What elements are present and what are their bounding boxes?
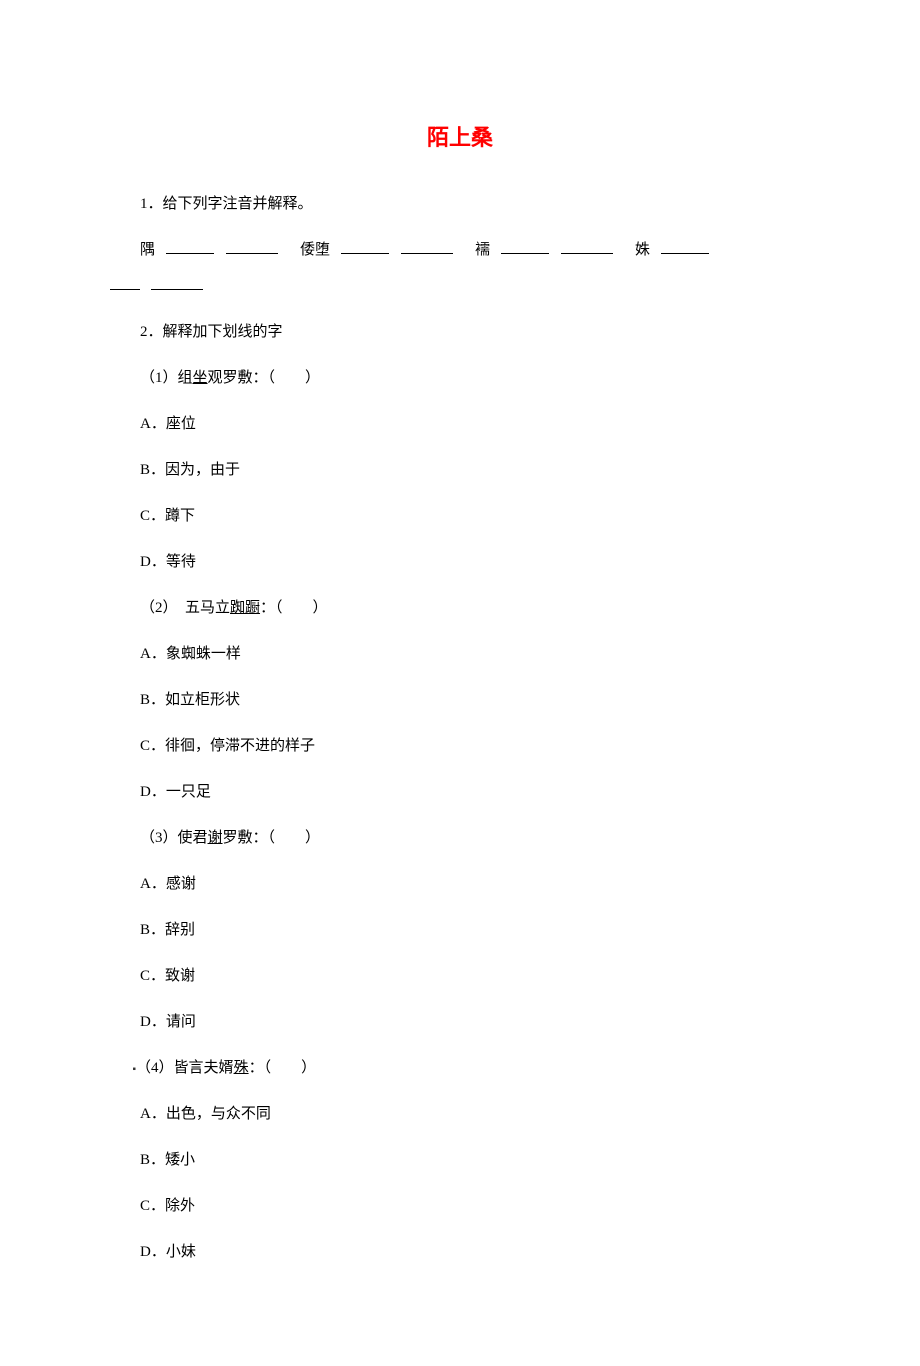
q2-2-optA[interactable]: A．象蜘蛛一样 bbox=[110, 642, 810, 666]
q2-2-optD[interactable]: D．一只足 bbox=[110, 780, 810, 804]
q2-4-optD[interactable]: D．小妹 bbox=[110, 1240, 810, 1264]
q1-blank-4a[interactable] bbox=[661, 253, 709, 254]
q2-4-optA[interactable]: A．出色，与众不同 bbox=[110, 1102, 810, 1126]
q1-blanks-row: 隅 倭堕 襦 姝 bbox=[110, 238, 810, 262]
q2-2-optC[interactable]: C．徘徊，停滞不进的样子 bbox=[110, 734, 810, 758]
q1-blanks-row-cont bbox=[110, 274, 810, 298]
q2-1-pre: （1）组 bbox=[140, 370, 193, 386]
q1-word-3: 襦 bbox=[475, 242, 490, 258]
page-title: 陌上桑 bbox=[110, 120, 810, 152]
q1-blank-2b[interactable] bbox=[401, 253, 453, 254]
q2-1-optD[interactable]: D．等待 bbox=[110, 550, 810, 574]
q2-3-optA[interactable]: A．感谢 bbox=[110, 872, 810, 896]
q1-blank-1a[interactable] bbox=[166, 253, 214, 254]
q2-1-optB[interactable]: B．因为，由于 bbox=[110, 458, 810, 482]
q1-blank-2a[interactable] bbox=[341, 253, 389, 254]
q2-1-optC[interactable]: C．蹲下 bbox=[110, 504, 810, 528]
q2-4-underline: 殊 bbox=[234, 1060, 249, 1076]
q2-3-optB[interactable]: B．辞别 bbox=[110, 918, 810, 942]
q1-blank-4a-rem[interactable] bbox=[110, 289, 140, 290]
q1-word-1: 隅 bbox=[140, 242, 155, 258]
q2-2-optB[interactable]: B．如立柜形状 bbox=[110, 688, 810, 712]
q2-4-optC[interactable]: C．除外 bbox=[110, 1194, 810, 1218]
q1-word-4: 姝 bbox=[635, 242, 650, 258]
q2-1-post: 观罗敷：（ ） bbox=[208, 370, 321, 386]
q1-blank-4b[interactable] bbox=[151, 289, 203, 290]
q2-3-stem: （3）使君谢罗敷：（ ） bbox=[110, 826, 810, 850]
q2-1-underline: 坐 bbox=[193, 370, 208, 386]
q2-3-post: 罗敷：（ ） bbox=[223, 830, 321, 846]
q2-1-stem: （1）组坐观罗敷：（ ） bbox=[110, 366, 810, 390]
q2-prompt: 2．解释加下划线的字 bbox=[110, 320, 810, 344]
q2-3-pre: （3）使君 bbox=[140, 830, 208, 846]
q1-blank-3a[interactable] bbox=[501, 253, 549, 254]
q2-4-pre: （4）皆言夫婿 bbox=[136, 1060, 234, 1076]
q2-4-post: ：（ ） bbox=[249, 1060, 317, 1076]
q1-blank-1b[interactable] bbox=[226, 253, 278, 254]
q2-4-stem: ▪（4）皆言夫婿殊：（ ） bbox=[110, 1056, 810, 1080]
q2-1-optA[interactable]: A．座位 bbox=[110, 412, 810, 436]
document-page: 陌上桑 1．给下列字注音并解释。 隅 倭堕 襦 姝 2．解释加下划线的字 （1）… bbox=[0, 0, 920, 1366]
q2-2-stem: （2） 五马立踟蹰：（ ） bbox=[110, 596, 810, 620]
q2-3-underline: 谢 bbox=[208, 830, 223, 846]
q2-2-post: ：（ ） bbox=[260, 600, 328, 616]
q1-prompt: 1．给下列字注音并解释。 bbox=[110, 192, 810, 216]
q2-3-optD[interactable]: D．请问 bbox=[110, 1010, 810, 1034]
q2-3-optC[interactable]: C．致谢 bbox=[110, 964, 810, 988]
q1-blank-3b[interactable] bbox=[561, 253, 613, 254]
q1-word-2: 倭堕 bbox=[300, 242, 330, 258]
q2-2-underline: 踟蹰 bbox=[230, 600, 260, 616]
q2-4-optB[interactable]: B．矮小 bbox=[110, 1148, 810, 1172]
q2-2-pre: （2） 五马立 bbox=[140, 600, 230, 616]
